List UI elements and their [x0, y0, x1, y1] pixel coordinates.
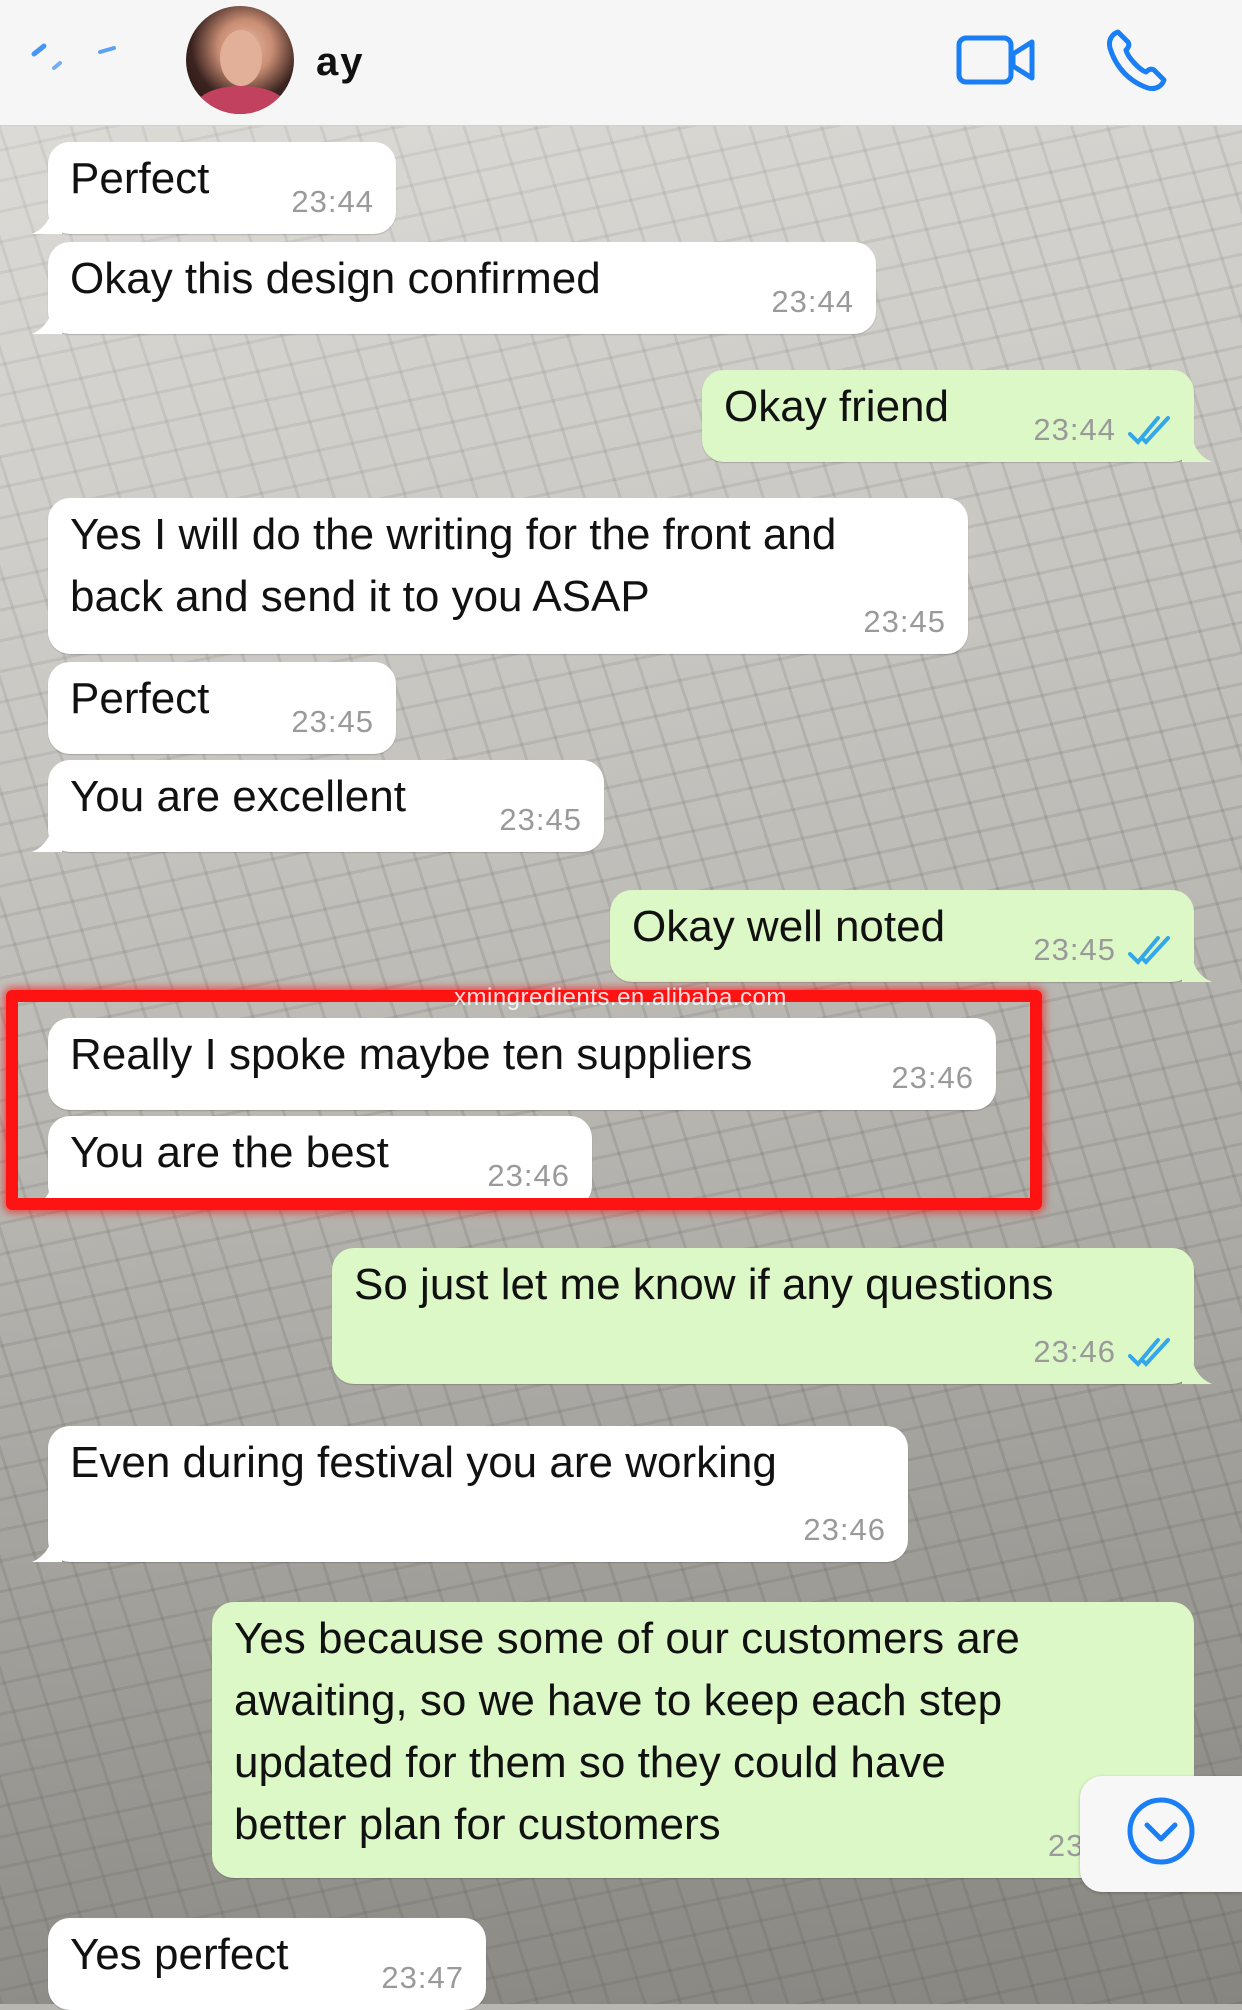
message-text-line: better plan for customers — [234, 1800, 721, 1849]
bubble-tail — [32, 1532, 62, 1562]
message-time: 23:45 — [291, 704, 374, 739]
read-ticks-icon — [1128, 936, 1170, 965]
message-time: 23:44 — [291, 184, 374, 219]
message-time: 23:46 — [803, 1512, 886, 1547]
message-bubble-outgoing[interactable]: Okay friend 23:44 — [702, 370, 1212, 462]
chat-header: ay — [0, 0, 1242, 126]
bubble-tail — [1182, 432, 1212, 462]
message-bubble-incoming[interactable]: Yes I will do the writing for the front … — [48, 498, 968, 654]
message-time: 23:46 — [1033, 1334, 1116, 1369]
message-text-line: awaiting, so we have to keep each step — [234, 1676, 1003, 1725]
bubble-tail — [1182, 952, 1212, 982]
message-bubble-incoming[interactable]: Perfect 23:45 — [48, 662, 396, 754]
message-text-line: updated for them so they could have — [234, 1738, 946, 1787]
chevron-down-circle-icon — [1127, 1797, 1195, 1865]
contact-name[interactable]: ay — [316, 40, 365, 85]
bubble-tail — [1182, 1354, 1212, 1384]
message-text-line: Yes because some of our customers are — [234, 1614, 1020, 1663]
read-ticks-icon — [1128, 416, 1170, 445]
bubble-tail — [32, 822, 62, 852]
message-time: 23:44 — [771, 284, 854, 319]
message-bubble-outgoing[interactable]: Yes because some of our customers are aw… — [212, 1602, 1194, 1878]
message-text: So just let me know if any questions — [354, 1260, 1054, 1309]
message-text: Okay this design confirmed — [70, 254, 601, 303]
highlight-annotation-box — [6, 990, 1042, 1210]
bubble-tail — [32, 304, 62, 334]
message-bubble-incoming[interactable]: Yes perfect 23:47 — [48, 1918, 486, 2010]
message-time: 23:45 — [1033, 932, 1116, 967]
message-time: 23:45 — [499, 802, 582, 837]
message-text-line: Yes I will do the writing for the front … — [70, 510, 837, 559]
message-bubble-outgoing[interactable]: Okay well noted 23:45 — [610, 890, 1212, 982]
message-text-line: back and send it to you ASAP — [70, 572, 650, 621]
video-call-icon[interactable] — [956, 32, 1036, 88]
avatar-shirt — [196, 86, 286, 114]
message-bubble-incoming[interactable]: Okay this design confirmed 23:44 — [32, 242, 876, 334]
watermark-text: xmingredients.en.alibaba.com — [454, 984, 787, 1011]
bubble-tail — [32, 204, 62, 234]
message-time: 23:45 — [863, 604, 946, 639]
read-ticks-icon — [1128, 1338, 1170, 1367]
message-time: 23:47 — [381, 1960, 464, 1995]
contact-avatar[interactable] — [186, 6, 294, 114]
message-bubble-outgoing[interactable]: So just let me know if any questions 23:… — [332, 1248, 1212, 1384]
message-bubble-incoming[interactable]: Even during festival you are working 23:… — [32, 1426, 908, 1562]
phone-call-icon[interactable] — [1104, 28, 1168, 92]
message-time: 23:44 — [1033, 412, 1116, 447]
avatar-face — [220, 30, 262, 86]
back-chevron-icon[interactable] — [30, 38, 126, 88]
message-text: Even during festival you are working — [70, 1438, 777, 1487]
scroll-to-bottom-button[interactable] — [1080, 1776, 1242, 1892]
message-bubble-incoming[interactable]: Perfect 23:44 — [32, 142, 396, 234]
message-bubble-incoming[interactable]: You are excellent 23:45 — [32, 760, 604, 852]
